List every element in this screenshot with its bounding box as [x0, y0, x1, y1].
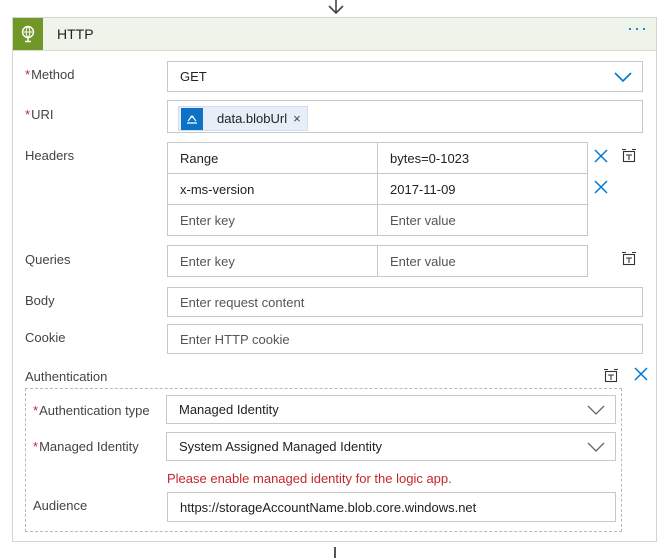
header-value-input[interactable]: Enter value — [377, 204, 588, 236]
method-dropdown[interactable]: GET — [167, 61, 643, 92]
query-value-input[interactable]: Enter value — [377, 245, 588, 277]
managed-identity-label-text: Managed Identity — [39, 439, 139, 454]
required-marker: * — [25, 107, 31, 122]
switch-to-text-mode-icon — [622, 251, 636, 266]
body-input[interactable]: Enter request content — [167, 287, 643, 317]
remove-authentication-button[interactable] — [633, 366, 649, 382]
delete-header-button[interactable] — [593, 179, 609, 195]
header-value-input[interactable]: 2017-11-09 — [377, 173, 588, 205]
more-options-button[interactable]: ··· — [627, 19, 653, 42]
method-label-text: Method — [31, 67, 75, 82]
uri-dynamic-token[interactable]: data.blobUrl × — [178, 106, 308, 131]
authentication-type-label: *Authentication type — [33, 403, 150, 418]
card-header[interactable] — [12, 17, 657, 51]
card-title: HTTP — [57, 26, 94, 42]
queries-label: Queries — [25, 252, 71, 267]
token-label: data.blobUrl — [217, 111, 288, 126]
required-marker: * — [33, 403, 39, 418]
arrow-down-icon — [328, 0, 344, 15]
managed-identity-dropdown[interactable]: System Assigned Managed Identity — [166, 432, 616, 461]
header-value-input[interactable]: bytes=0-1023 — [377, 142, 588, 174]
switch-to-text-mode-icon — [604, 368, 618, 383]
http-action-tile — [13, 18, 43, 50]
chevron-down-icon — [587, 405, 605, 415]
required-marker: * — [25, 67, 31, 82]
flow-connector — [334, 547, 336, 558]
switch-to-text-mode-button[interactable] — [620, 146, 638, 164]
required-marker: * — [33, 439, 39, 454]
header-key-input[interactable]: Enter key — [167, 204, 378, 236]
globe-icon — [21, 25, 35, 43]
close-icon — [594, 149, 608, 163]
variable-token-icon — [181, 107, 203, 130]
managed-identity-label: *Managed Identity — [33, 439, 139, 454]
body-label: Body — [25, 293, 55, 308]
close-icon — [594, 180, 608, 194]
switch-to-text-mode-button[interactable] — [602, 366, 620, 384]
authentication-type-value: Managed Identity — [179, 402, 279, 417]
remove-token-button[interactable]: × — [293, 111, 301, 126]
managed-identity-value: System Assigned Managed Identity — [179, 439, 383, 454]
switch-to-text-mode-button[interactable] — [620, 249, 638, 267]
delete-header-button[interactable] — [593, 148, 609, 164]
method-value: GET — [180, 69, 207, 84]
switch-to-text-mode-icon — [622, 148, 636, 163]
headers-label: Headers — [25, 148, 75, 163]
method-label: *Method — [25, 67, 74, 82]
audience-label: Audience — [33, 498, 88, 513]
chevron-down-icon — [614, 71, 632, 82]
chevron-down-icon — [587, 442, 605, 452]
uri-label: *URI — [25, 107, 53, 122]
uri-label-text: URI — [31, 107, 54, 122]
cookie-label: Cookie — [25, 330, 66, 345]
audience-input[interactable]: https://storageAccountName.blob.core.win… — [167, 492, 616, 522]
header-key-input[interactable]: x-ms-version — [167, 173, 378, 205]
authentication-label: Authentication — [25, 369, 108, 384]
authentication-type-label-text: Authentication type — [39, 403, 150, 418]
query-key-input[interactable]: Enter key — [167, 245, 378, 277]
cookie-input[interactable]: Enter HTTP cookie — [167, 324, 643, 354]
header-key-input[interactable]: Range — [167, 142, 378, 174]
authentication-type-dropdown[interactable]: Managed Identity — [166, 395, 616, 424]
close-icon — [634, 367, 648, 381]
validation-error-message: Please enable managed identity for the l… — [167, 471, 452, 486]
